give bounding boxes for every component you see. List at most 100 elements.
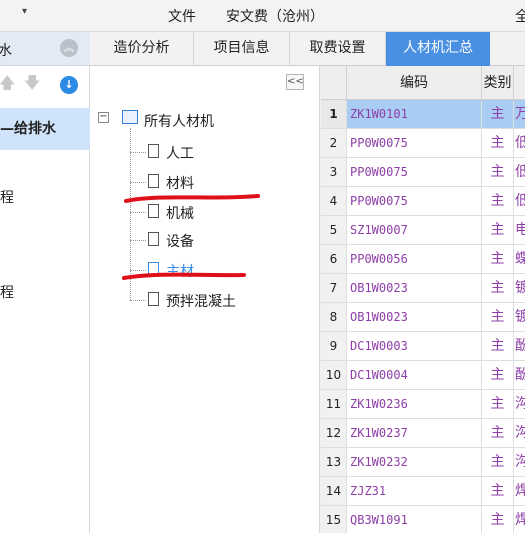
- sidebar-item-label: 程: [0, 190, 14, 206]
- collapse-panel-button[interactable]: <<: [286, 74, 304, 90]
- type-cell[interactable]: 主: [482, 216, 514, 245]
- table-row[interactable]: 10DC1W0004主酚: [321, 361, 525, 390]
- table-row[interactable]: 1ZK1W0101主万: [321, 100, 525, 129]
- row-number-cell[interactable]: 14: [321, 477, 347, 506]
- type-cell[interactable]: 主: [482, 332, 514, 361]
- table-row[interactable]: 8OB1W0023主镀: [321, 303, 525, 332]
- arrow-down-icon[interactable]: 🡇: [24, 72, 40, 99]
- code-cell[interactable]: PP0W0075: [347, 187, 482, 216]
- table-row[interactable]: 13ZK1W0232主沟: [321, 448, 525, 477]
- row-number-cell[interactable]: 10: [321, 361, 347, 390]
- code-cell[interactable]: ZJZ31: [347, 477, 482, 506]
- name-cell[interactable]: 低: [514, 129, 525, 158]
- tab-fee-settings[interactable]: 取费设置: [290, 32, 386, 66]
- sidebar-item[interactable]: 程: [0, 281, 90, 305]
- name-cell[interactable]: 焊: [514, 477, 525, 506]
- table-row[interactable]: 7OB1W0023主镀: [321, 274, 525, 303]
- table-row[interactable]: 9DC1W0003主酚: [321, 332, 525, 361]
- code-cell[interactable]: ZK1W0237: [347, 419, 482, 448]
- name-cell[interactable]: 沟: [514, 390, 525, 419]
- table-row[interactable]: 15QB3W1091主焊: [321, 506, 525, 533]
- name-cell[interactable]: 低: [514, 187, 525, 216]
- sidebar-item-selected[interactable]: —给排水: [0, 108, 90, 150]
- grid-header-type[interactable]: 类别: [482, 66, 514, 100]
- tab-material-summary[interactable]: 人材机汇总: [386, 32, 490, 66]
- table-row[interactable]: 5SZ1W0007主电: [321, 216, 525, 245]
- code-cell[interactable]: DC1W0003: [347, 332, 482, 361]
- type-cell[interactable]: 主: [482, 187, 514, 216]
- collapse-up-icon[interactable]: ︽: [60, 39, 78, 57]
- sidebar-item[interactable]: 程: [0, 186, 90, 210]
- row-number-cell[interactable]: 2: [321, 129, 347, 158]
- code-cell[interactable]: SZ1W0007: [347, 216, 482, 245]
- type-cell[interactable]: 主: [482, 477, 514, 506]
- menu-truncated[interactable]: 全: [515, 6, 525, 26]
- name-cell[interactable]: 电: [514, 216, 525, 245]
- code-cell[interactable]: ZK1W0236: [347, 390, 482, 419]
- download-icon[interactable]: ↓: [60, 76, 78, 94]
- table-row[interactable]: 11ZK1W0236主沟: [321, 390, 525, 419]
- name-cell[interactable]: 蝶: [514, 245, 525, 274]
- type-cell[interactable]: 主: [482, 158, 514, 187]
- row-number-cell[interactable]: 7: [321, 274, 347, 303]
- code-cell[interactable]: OB1W0023: [347, 303, 482, 332]
- tab-bar: 造价分析 项目信息 取费设置 人材机汇总: [90, 32, 525, 66]
- type-cell[interactable]: 主: [482, 390, 514, 419]
- menu-file[interactable]: 文件: [168, 6, 196, 26]
- code-cell[interactable]: PP0W0075: [347, 129, 482, 158]
- type-cell[interactable]: 主: [482, 245, 514, 274]
- sidebar-header: 水 ︽: [0, 32, 90, 66]
- type-cell[interactable]: 主: [482, 303, 514, 332]
- row-number-cell[interactable]: 15: [321, 506, 347, 533]
- type-cell[interactable]: 主: [482, 129, 514, 158]
- row-number-cell[interactable]: 13: [321, 448, 347, 477]
- row-number-cell[interactable]: 11: [321, 390, 347, 419]
- arrow-up-icon[interactable]: 🡅: [0, 72, 15, 99]
- name-cell[interactable]: 沟: [514, 419, 525, 448]
- tree-root[interactable]: 所有人材机: [144, 111, 214, 131]
- table-row[interactable]: 3PP0W0075主低: [321, 158, 525, 187]
- name-cell[interactable]: 酚: [514, 361, 525, 390]
- code-cell[interactable]: ZK1W0101: [347, 100, 482, 129]
- tab-cost-analysis[interactable]: 造价分析: [90, 32, 194, 66]
- name-cell[interactable]: 镀: [514, 303, 525, 332]
- tab-project-info[interactable]: 项目信息: [194, 32, 290, 66]
- type-cell[interactable]: 主: [482, 361, 514, 390]
- type-cell[interactable]: 主: [482, 274, 514, 303]
- table-row[interactable]: 6PP0W0056主蝶: [321, 245, 525, 274]
- code-cell[interactable]: QB3W1091: [347, 506, 482, 533]
- row-number-cell[interactable]: 5: [321, 216, 347, 245]
- table-row[interactable]: 12ZK1W0237主沟: [321, 419, 525, 448]
- type-cell[interactable]: 主: [482, 419, 514, 448]
- code-cell[interactable]: PP0W0056: [347, 245, 482, 274]
- chevron-down-icon[interactable]: ▾: [22, 6, 27, 17]
- row-number-cell[interactable]: 6: [321, 245, 347, 274]
- project-title[interactable]: 安文费（沧州）: [226, 6, 324, 26]
- name-cell[interactable]: 镀: [514, 274, 525, 303]
- type-cell[interactable]: 主: [482, 506, 514, 533]
- tree-toggle-icon[interactable]: −: [98, 112, 109, 123]
- table-row[interactable]: 2PP0W0075主低: [321, 129, 525, 158]
- name-cell[interactable]: 焊: [514, 506, 525, 533]
- type-cell[interactable]: 主: [482, 448, 514, 477]
- name-cell[interactable]: 万: [514, 100, 525, 129]
- table-row[interactable]: 4PP0W0075主低: [321, 187, 525, 216]
- name-cell[interactable]: 低: [514, 158, 525, 187]
- grid-header-code[interactable]: 编码: [347, 66, 482, 100]
- name-cell[interactable]: 酚: [514, 332, 525, 361]
- row-number-cell[interactable]: 1: [321, 100, 347, 129]
- tab-overflow[interactable]: [490, 32, 525, 66]
- table-row[interactable]: 14ZJZ31主焊: [321, 477, 525, 506]
- row-number-cell[interactable]: 12: [321, 419, 347, 448]
- code-cell[interactable]: DC1W0004: [347, 361, 482, 390]
- code-cell[interactable]: OB1W0023: [347, 274, 482, 303]
- name-cell[interactable]: 沟: [514, 448, 525, 477]
- row-number-cell[interactable]: 8: [321, 303, 347, 332]
- grid-header-name[interactable]: [514, 66, 525, 100]
- row-number-cell[interactable]: 3: [321, 158, 347, 187]
- type-cell[interactable]: 主: [482, 100, 514, 129]
- code-cell[interactable]: ZK1W0232: [347, 448, 482, 477]
- row-number-cell[interactable]: 9: [321, 332, 347, 361]
- row-number-cell[interactable]: 4: [321, 187, 347, 216]
- code-cell[interactable]: PP0W0075: [347, 158, 482, 187]
